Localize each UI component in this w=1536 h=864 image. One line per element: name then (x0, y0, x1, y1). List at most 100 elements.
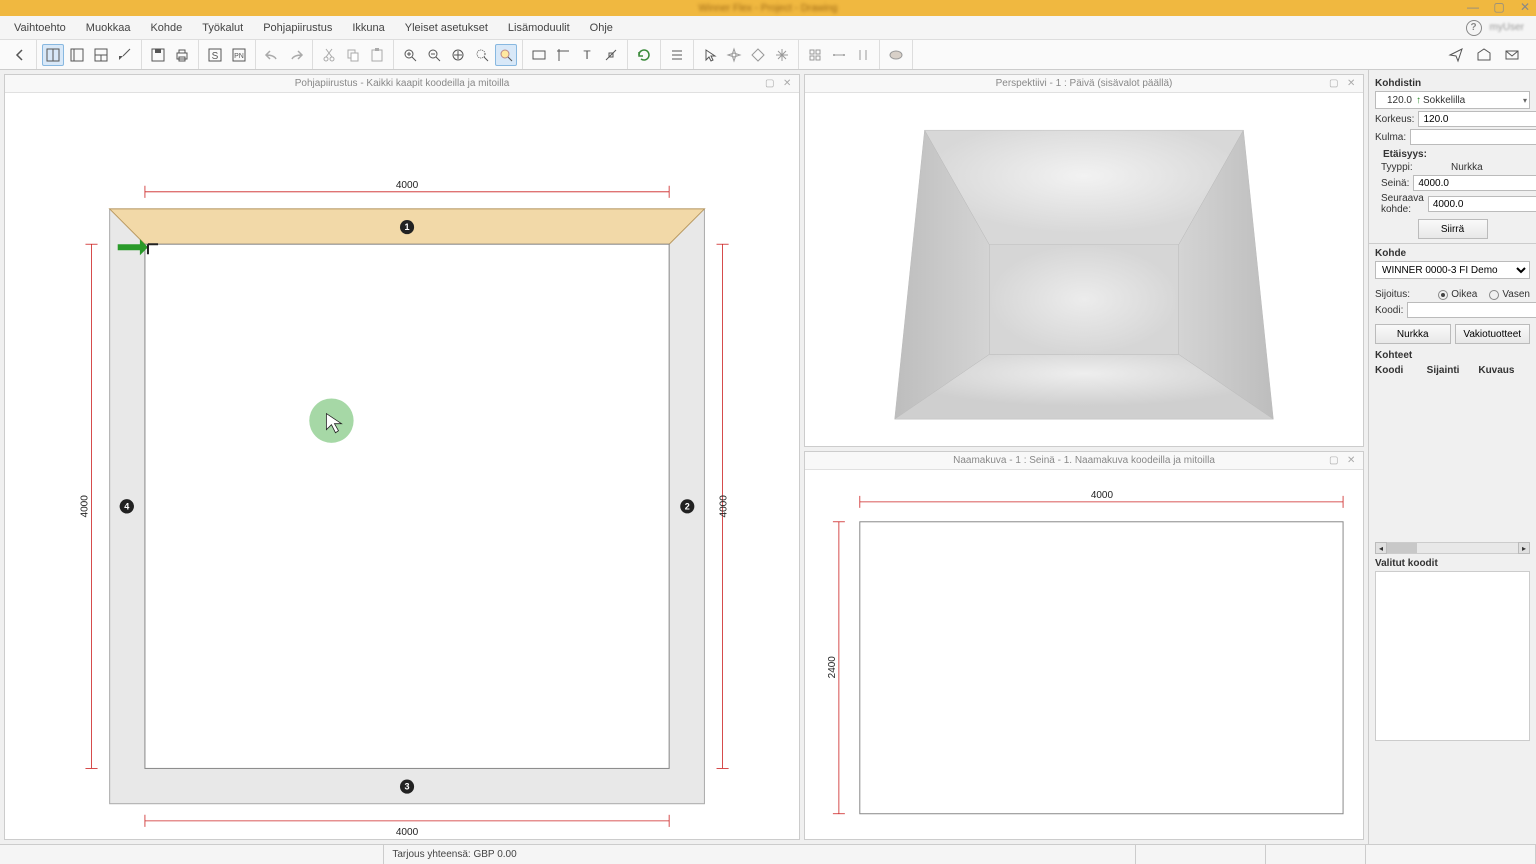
chevron-down-icon: ▾ (1523, 96, 1527, 105)
kohdistin-value: 120.0 (1378, 95, 1416, 106)
kohteet-header: Kohteet (1375, 350, 1530, 361)
print-button[interactable] (171, 44, 193, 66)
tool-line-button[interactable] (600, 44, 622, 66)
svg-text:2: 2 (685, 501, 690, 511)
redo-button[interactable] (285, 44, 307, 66)
sijoitus-vasen-radio[interactable]: Vasen (1489, 289, 1530, 300)
svg-text:4000: 4000 (1091, 490, 1114, 501)
refresh-button[interactable] (633, 44, 655, 66)
snap3-button[interactable] (771, 44, 793, 66)
plan-close-icon[interactable]: ✕ (783, 78, 795, 90)
svg-text:S: S (212, 51, 219, 62)
kulma-input[interactable] (1410, 129, 1536, 145)
pn-button[interactable]: PN (228, 44, 250, 66)
valitut-koodit-box[interactable] (1375, 571, 1530, 741)
menu-kohde[interactable]: Kohde (140, 18, 192, 38)
zoom-fit-button[interactable] (447, 44, 469, 66)
seuraava-input[interactable] (1428, 196, 1536, 212)
perspective-canvas[interactable] (805, 93, 1363, 446)
tool-dim-button[interactable] (552, 44, 574, 66)
menu-muokkaa[interactable]: Muokkaa (76, 18, 141, 38)
menu-pohjapiirustus[interactable]: Pohjapiirustus (253, 18, 342, 38)
siirra-button[interactable]: Siirrä (1418, 219, 1488, 239)
menu-yleiset[interactable]: Yleiset asetukset (395, 18, 498, 38)
menu-vaihtoehto[interactable]: Vaihtoehto (4, 18, 76, 38)
zoom-window-button[interactable] (471, 44, 493, 66)
menu-bar: Vaihtoehto Muokkaa Kohde Työkalut Pohjap… (0, 16, 1536, 40)
layout-1-button[interactable] (42, 44, 64, 66)
svg-text:4: 4 (124, 501, 129, 511)
menu-lisamoduulit[interactable]: Lisämoduulit (498, 18, 580, 38)
horizontal-scrollbar[interactable]: ◂ ▸ (1375, 542, 1530, 554)
menu-ohje[interactable]: Ohje (580, 18, 623, 38)
korkeus-input[interactable] (1418, 111, 1536, 127)
grid3-button[interactable] (852, 44, 874, 66)
tool-rect-button[interactable] (528, 44, 550, 66)
persp-maximize-icon[interactable]: ▢ (1329, 78, 1341, 90)
seina-input[interactable] (1413, 175, 1536, 191)
minimize-button[interactable]: — (1466, 1, 1480, 15)
copy-button[interactable] (342, 44, 364, 66)
tag-icon[interactable] (1473, 44, 1495, 66)
s-button[interactable]: S (204, 44, 226, 66)
elev-maximize-icon[interactable]: ▢ (1329, 455, 1341, 467)
cut-button[interactable] (318, 44, 340, 66)
list-button[interactable] (666, 44, 688, 66)
snap1-button[interactable] (723, 44, 745, 66)
scroll-right-icon[interactable]: ▸ (1518, 542, 1530, 554)
layout-4-button[interactable] (114, 44, 136, 66)
plan-view-header: Pohjapiirustus - Kaikki kaapit koodeilla… (5, 75, 799, 93)
layout-3-button[interactable] (90, 44, 112, 66)
scroll-thumb[interactable] (1387, 543, 1417, 553)
menu-tyokalut[interactable]: Työkalut (192, 18, 253, 38)
send-icon[interactable] (1445, 44, 1467, 66)
close-button[interactable]: ✕ (1518, 1, 1532, 15)
kohteet-body[interactable] (1375, 378, 1530, 538)
elevation-view-header: Naamakuva - 1 : Seinä - 1. Naamakuva koo… (805, 452, 1363, 470)
grid2-button[interactable] (828, 44, 850, 66)
side-panel: Kohdistin 120.0 ↑ Sokkelilla ▾ Korkeus: … (1368, 70, 1536, 844)
kohdistin-select[interactable]: 120.0 ↑ Sokkelilla ▾ (1375, 91, 1530, 109)
pointer-button[interactable] (699, 44, 721, 66)
tool-text-button[interactable]: T (576, 44, 598, 66)
menu-ikkuna[interactable]: Ikkuna (342, 18, 394, 38)
svg-text:T: T (583, 48, 591, 62)
vakiotuotteet-button[interactable]: Vakiotuotteet (1455, 324, 1531, 344)
col-sijainti[interactable]: Sijainti (1427, 365, 1479, 376)
snap2-button[interactable] (747, 44, 769, 66)
elevation-view-title: Naamakuva - 1 : Seinä - 1. Naamakuva koo… (953, 455, 1215, 466)
save-button[interactable] (147, 44, 169, 66)
elevation-canvas[interactable]: 4000 2400 (805, 470, 1363, 839)
kohde-select[interactable]: WINNER 0000-3 FI Demo (1375, 261, 1530, 279)
elev-close-icon[interactable]: ✕ (1347, 455, 1359, 467)
svg-text:3: 3 (405, 782, 410, 792)
layout-2-button[interactable] (66, 44, 88, 66)
sijoitus-oikea-radio[interactable]: Oikea (1438, 289, 1477, 300)
mail-icon[interactable] (1501, 44, 1523, 66)
perspective-view-header: Perspektiivi - 1 : Päivä (sisävalot pääl… (805, 75, 1363, 93)
koodi-input[interactable] (1407, 302, 1536, 318)
render-button[interactable] (885, 44, 907, 66)
paste-button[interactable] (366, 44, 388, 66)
persp-close-icon[interactable]: ✕ (1347, 78, 1359, 90)
nurkka-button[interactable]: Nurkka (1375, 324, 1451, 344)
zoom-out-button[interactable] (423, 44, 445, 66)
kohteet-table: Koodi Sijainti Kuvaus (1375, 363, 1530, 538)
undo-button[interactable] (261, 44, 283, 66)
col-koodi[interactable]: Koodi (1375, 365, 1427, 376)
grid1-button[interactable] (804, 44, 826, 66)
kohdistin-label: Sokkelilla (1423, 95, 1465, 106)
zoom-in-button[interactable] (399, 44, 421, 66)
plan-canvas[interactable]: 1 2 3 4 4000 4000 (5, 93, 799, 839)
scroll-left-icon[interactable]: ◂ (1375, 542, 1387, 554)
help-icon[interactable]: ? (1466, 20, 1482, 36)
maximize-button[interactable]: ▢ (1492, 1, 1506, 15)
radio-unchecked-icon (1489, 290, 1499, 300)
svg-text:2400: 2400 (827, 656, 838, 679)
col-kuvaus[interactable]: Kuvaus (1478, 365, 1530, 376)
zoom-cursor-button[interactable] (495, 44, 517, 66)
back-button[interactable] (9, 44, 31, 66)
seina-label: Seinä: (1375, 178, 1409, 189)
tyyppi-label: Tyyppi: (1375, 162, 1447, 173)
plan-maximize-icon[interactable]: ▢ (765, 78, 777, 90)
